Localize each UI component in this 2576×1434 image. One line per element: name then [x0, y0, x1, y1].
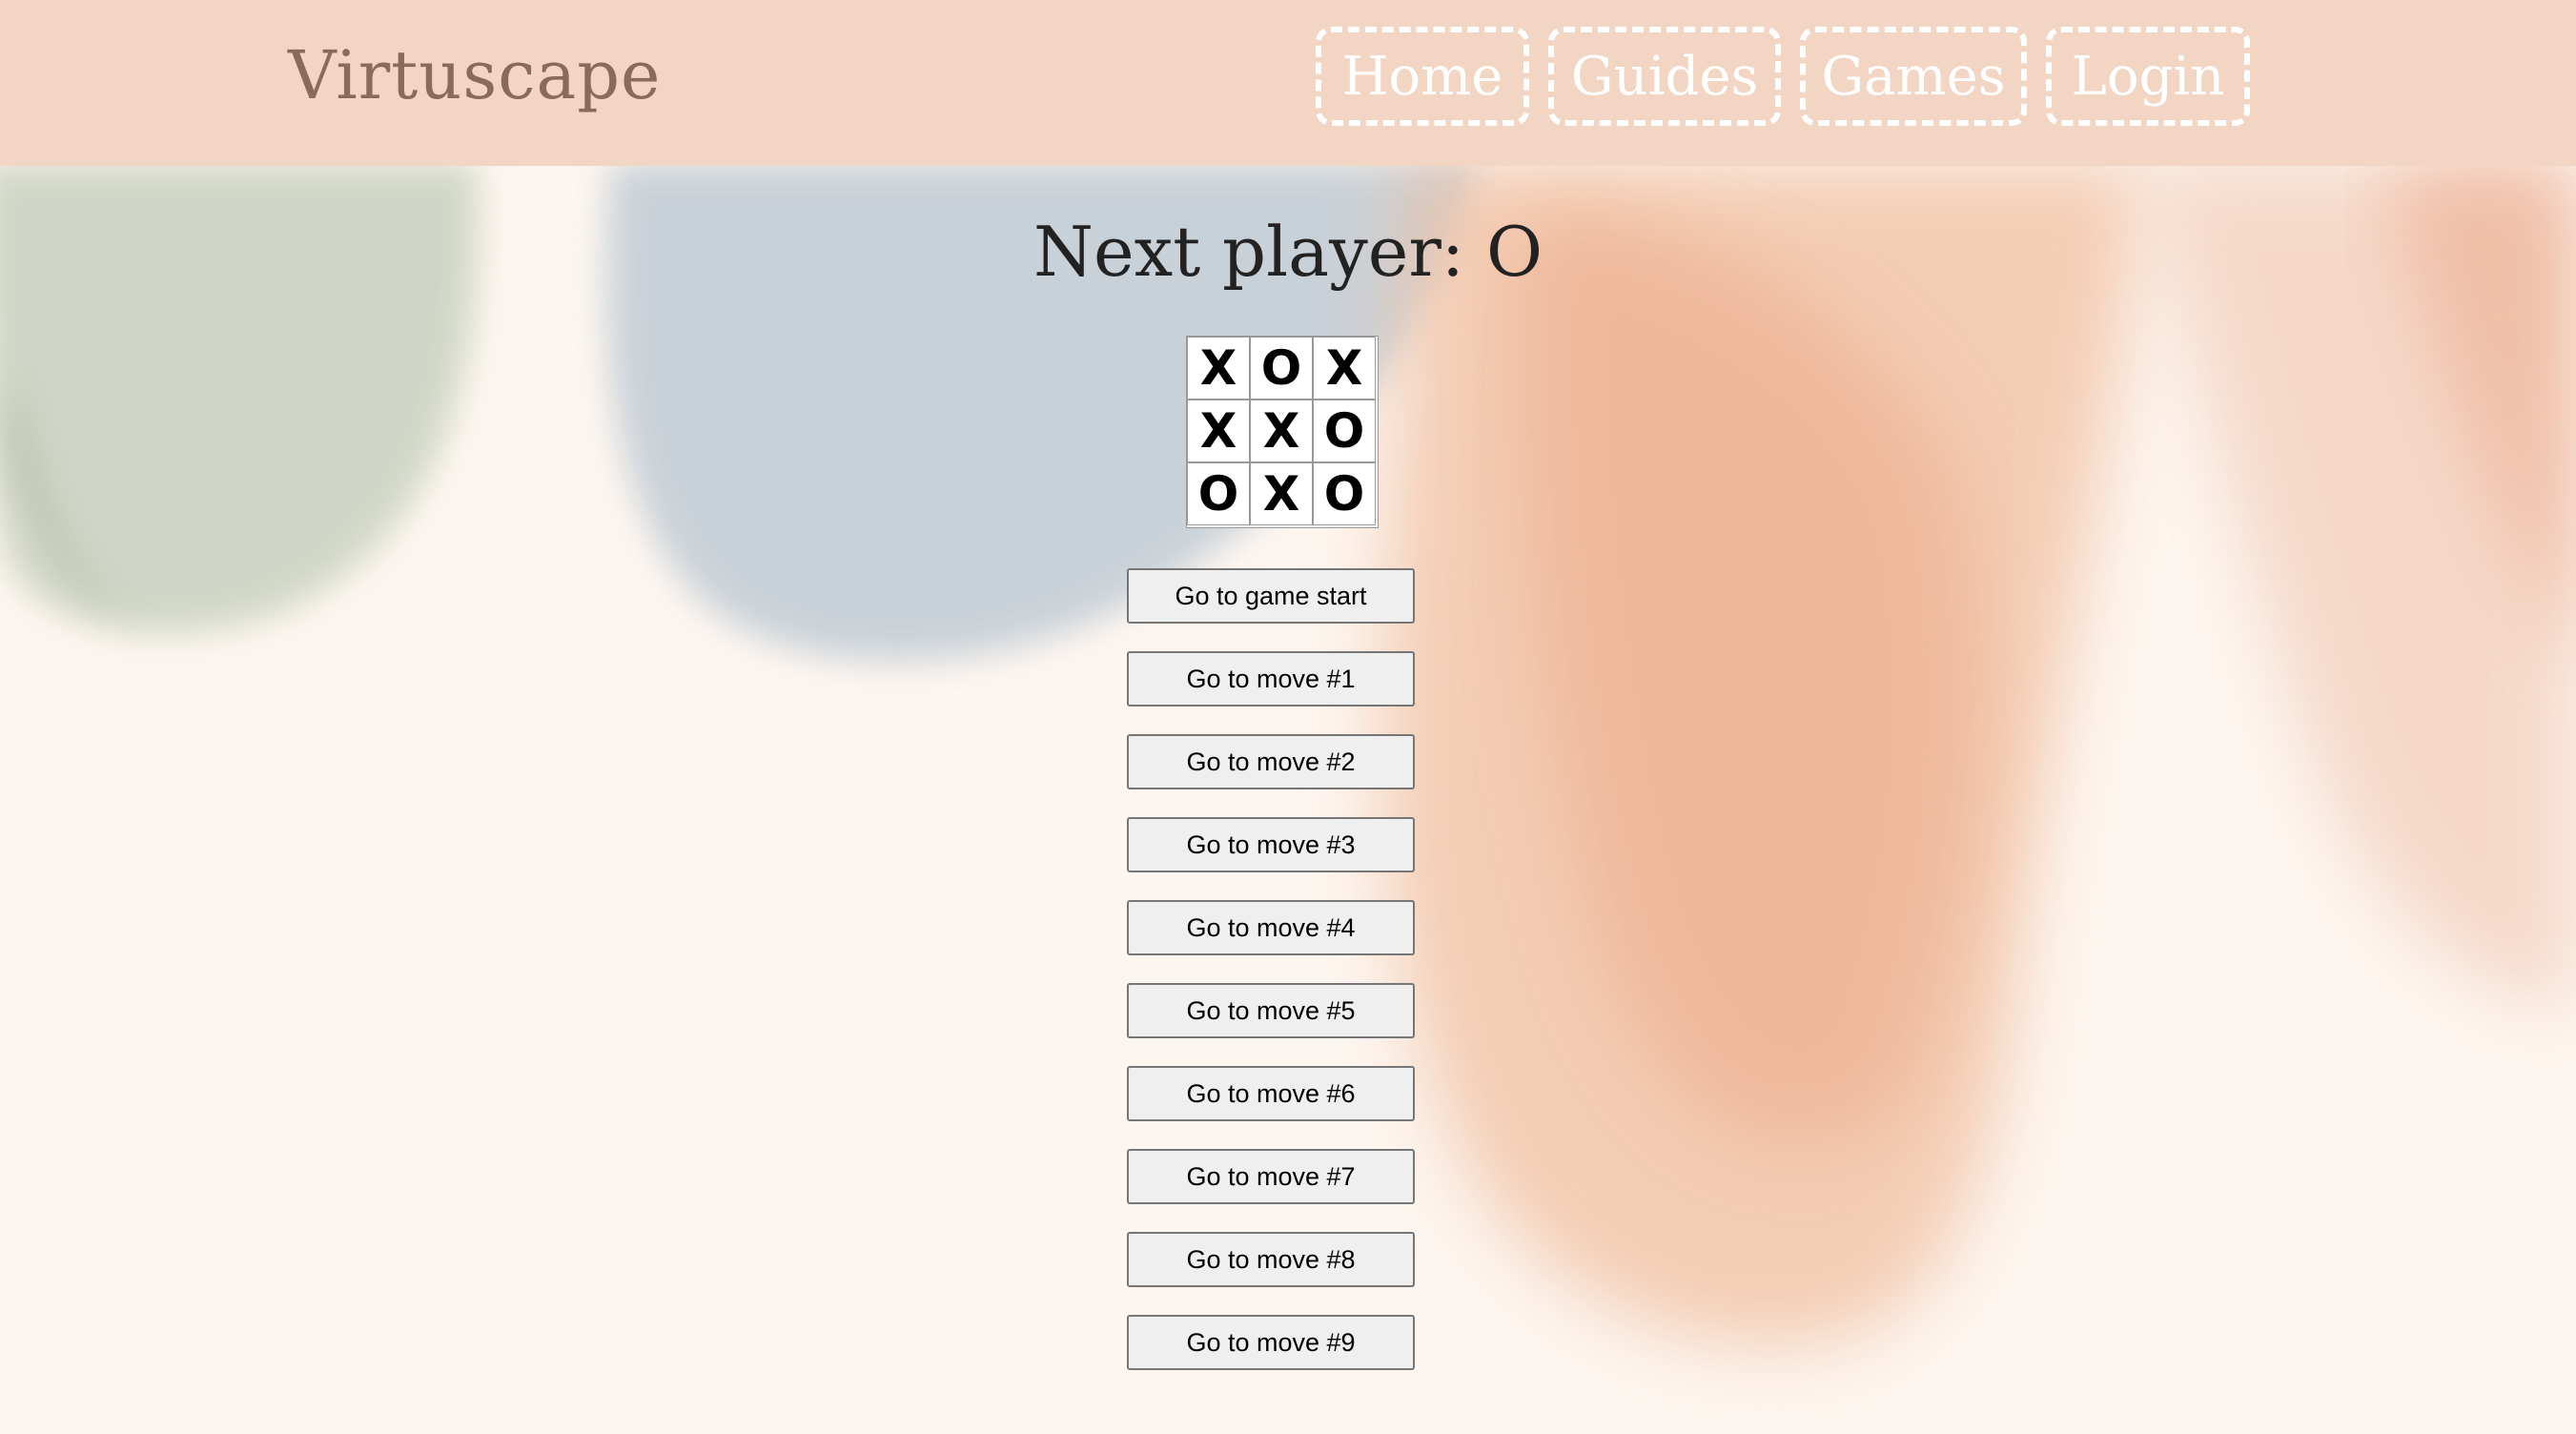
- brand-logo[interactable]: Virtuscape: [288, 36, 661, 114]
- go-to-move-button[interactable]: Go to move #3: [1127, 817, 1415, 872]
- board-square[interactable]: X: [1250, 462, 1313, 525]
- nav-games-button[interactable]: Games: [1800, 27, 2027, 126]
- board-square[interactable]: X: [1187, 337, 1250, 399]
- board-square[interactable]: O: [1313, 399, 1376, 462]
- game-container: Next player: O X O X X X O O X O Go to g…: [0, 166, 2576, 1434]
- game-status: Next player: O: [1033, 212, 1543, 292]
- go-to-move-button[interactable]: Go to move #9: [1127, 1315, 1415, 1370]
- nav-home-button[interactable]: Home: [1316, 27, 1529, 126]
- board-square[interactable]: O: [1313, 462, 1376, 525]
- board-square[interactable]: O: [1187, 462, 1250, 525]
- go-to-game-start-button[interactable]: Go to game start: [1127, 568, 1415, 624]
- go-to-move-button[interactable]: Go to move #1: [1127, 651, 1415, 707]
- go-to-move-button[interactable]: Go to move #7: [1127, 1149, 1415, 1204]
- go-to-move-button[interactable]: Go to move #4: [1127, 900, 1415, 955]
- board-square[interactable]: X: [1250, 399, 1313, 462]
- go-to-move-button[interactable]: Go to move #5: [1127, 983, 1415, 1038]
- board-square[interactable]: X: [1187, 399, 1250, 462]
- nav-guides-button[interactable]: Guides: [1548, 27, 1781, 126]
- nav-login-button[interactable]: Login: [2046, 27, 2250, 126]
- go-to-move-button[interactable]: Go to move #2: [1127, 734, 1415, 789]
- go-to-move-button[interactable]: Go to move #6: [1127, 1066, 1415, 1121]
- navbar: Virtuscape Home Guides Games Login: [0, 0, 2576, 166]
- board-square[interactable]: O: [1250, 337, 1313, 399]
- move-history-list: Go to game start Go to move #1 Go to mov…: [1127, 568, 1415, 1398]
- board-square[interactable]: X: [1313, 337, 1376, 399]
- game-board: X O X X X O O X O: [1186, 336, 1379, 528]
- go-to-move-button[interactable]: Go to move #8: [1127, 1232, 1415, 1287]
